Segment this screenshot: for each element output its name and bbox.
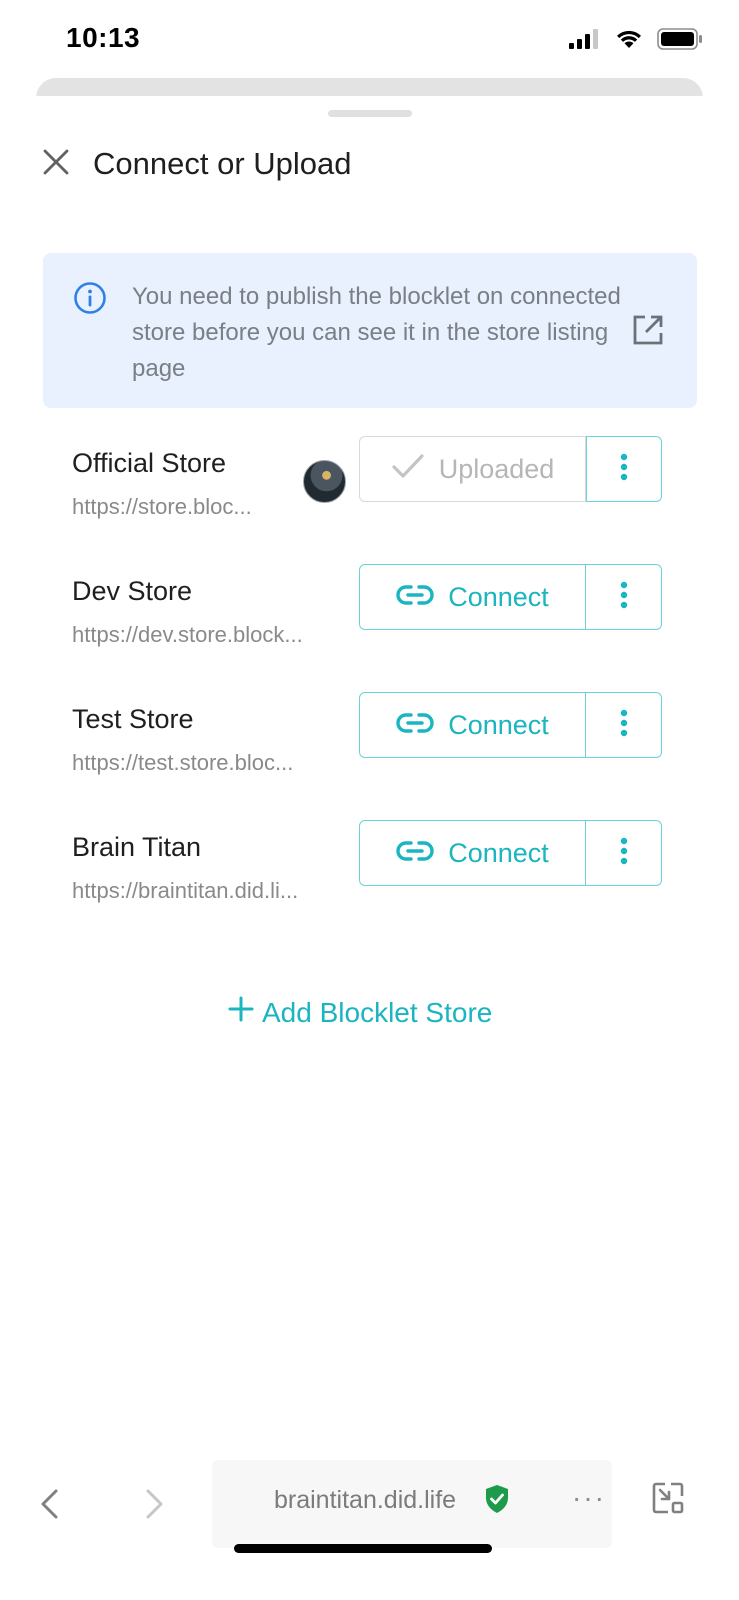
more-vertical-icon: [620, 837, 628, 870]
status-icons: [569, 28, 703, 55]
store-action-group: Connect: [359, 692, 662, 758]
store-action-group: Uploaded: [359, 436, 662, 502]
more-vertical-icon: [620, 453, 628, 486]
info-banner: You need to publish the blocklet on conn…: [43, 253, 697, 408]
store-action-group: Connect: [359, 564, 662, 630]
store-url: https://braintitan.did.li...: [72, 878, 299, 903]
forward-arrow-icon[interactable]: [140, 1488, 168, 1525]
home-indicator: [234, 1544, 492, 1553]
wifi-icon: [615, 29, 643, 54]
uploaded-button[interactable]: Uploaded: [359, 436, 586, 502]
more-vertical-icon: [620, 581, 628, 614]
sheet-header: Connect or Upload: [0, 136, 739, 196]
sheet-grabber[interactable]: [328, 110, 412, 117]
avatar: [303, 460, 346, 503]
more-horizontal-icon[interactable]: ···: [572, 1482, 606, 1514]
battery-icon: [657, 28, 703, 55]
store-action-group: Connect: [359, 820, 662, 886]
store-url: https://dev.store.block...: [72, 622, 303, 647]
connect-button[interactable]: Connect: [359, 692, 586, 758]
add-store-label: Add Blocklet Store: [262, 996, 493, 1028]
link-icon: [396, 838, 434, 869]
store-name: Brain Titan: [72, 832, 202, 862]
status-bar: 10:13: [0, 0, 739, 80]
plus-icon: [228, 996, 254, 1029]
add-blocklet-store-button[interactable]: Add Blocklet Store: [228, 996, 492, 1029]
status-time: 10:13: [66, 22, 141, 53]
link-icon: [396, 582, 434, 613]
close-icon: [42, 148, 70, 181]
button-label: Uploaded: [438, 453, 555, 484]
page-title: Connect or Upload: [93, 146, 352, 181]
check-icon: [391, 451, 425, 488]
button-label: Connect: [448, 581, 549, 612]
store-url: https://store.bloc...: [72, 494, 252, 519]
store-row-brain-titan: Brain Titan https://braintitan.did.li...…: [72, 820, 672, 903]
shield-check-icon: [484, 1484, 510, 1519]
address-bar[interactable]: braintitan.did.life: [212, 1460, 612, 1548]
button-label: Connect: [448, 709, 549, 740]
info-message: You need to publish the blocklet on conn…: [132, 283, 621, 382]
close-button[interactable]: [38, 146, 74, 182]
more-vertical-icon: [620, 709, 628, 742]
connect-button[interactable]: Connect: [359, 820, 586, 886]
more-options-button[interactable]: [586, 820, 662, 886]
store-row-dev: Dev Store https://dev.store.block... Con…: [72, 564, 672, 647]
button-label: Connect: [448, 837, 549, 868]
info-circle-icon: [73, 281, 107, 320]
connect-upload-sheet: Connect or Upload You need to publish th…: [0, 96, 739, 1476]
more-options-button[interactable]: [586, 564, 662, 630]
store-row-official: Official Store https://store.bloc... Upl…: [72, 436, 672, 519]
store-url: https://test.store.bloc...: [72, 750, 294, 775]
minimize-window-icon[interactable]: [652, 1482, 684, 1519]
back-arrow-icon[interactable]: [36, 1488, 64, 1525]
more-options-button[interactable]: [586, 692, 662, 758]
external-link-icon[interactable]: [631, 313, 665, 352]
browser-toolbar: braintitan.did.life ···: [0, 1460, 739, 1600]
url-text: braintitan.did.life: [274, 1486, 457, 1514]
more-options-button[interactable]: [586, 436, 662, 502]
store-name: Official Store: [72, 448, 227, 478]
connect-button[interactable]: Connect: [359, 564, 586, 630]
cellular-signal-icon: [569, 29, 601, 54]
store-row-test: Test Store https://test.store.bloc... Co…: [72, 692, 672, 775]
link-icon: [396, 710, 434, 741]
store-name: Test Store: [72, 704, 194, 734]
screen: 10:13 Connect or Upload You need to publ…: [0, 0, 739, 1600]
store-name: Dev Store: [72, 576, 193, 606]
